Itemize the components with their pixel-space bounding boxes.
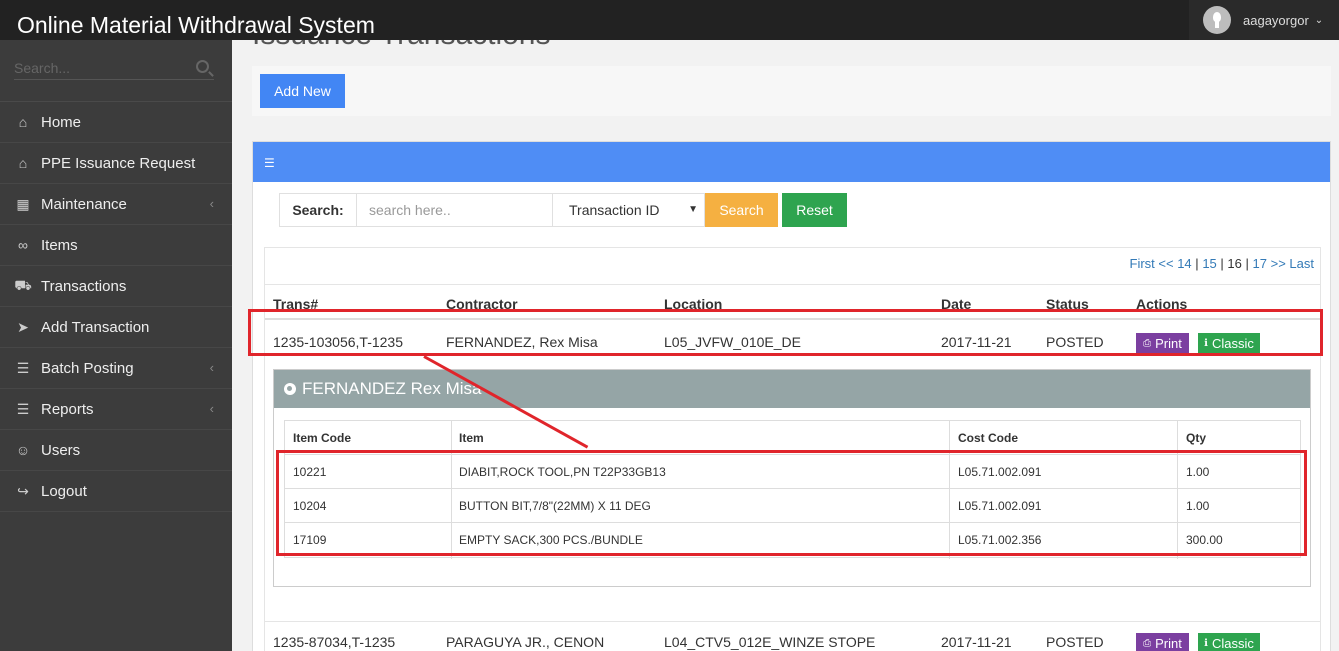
sidebar-search: [0, 40, 232, 102]
pagination-current-page: 16: [1227, 256, 1242, 271]
classic-label: Classic: [1211, 635, 1254, 651]
search-button[interactable]: Search: [705, 193, 778, 227]
sidebar-item-label: Items: [41, 236, 78, 254]
username: aagayorgor: [1243, 12, 1309, 28]
pagination-page-15[interactable]: 15: [1202, 256, 1216, 271]
column-header-qty: Qty: [1186, 431, 1207, 445]
grid-icon: ▦: [16, 195, 30, 212]
print-button[interactable]: ⎙ Print: [1136, 633, 1189, 651]
home-icon: ⌂: [18, 155, 28, 171]
panel-header: ☰: [253, 142, 1330, 182]
chevron-left-icon: ‹: [209, 360, 214, 375]
sidebar-item-label: Maintenance: [41, 195, 127, 213]
pagination-last-link[interactable]: >> Last: [1271, 256, 1314, 271]
printer-icon: ⎙: [1143, 637, 1152, 649]
info-icon: ℹ: [1204, 637, 1208, 649]
list-icon: ☰: [264, 156, 275, 170]
paper-plane-icon: ➤: [17, 318, 29, 335]
add-new-button[interactable]: Add New: [260, 74, 345, 108]
print-label: Print: [1155, 635, 1182, 651]
sidebar-item-label: Users: [41, 441, 81, 459]
sidebar-item-label: Transactions: [41, 277, 127, 295]
sidebar-item-label: Batch Posting: [41, 359, 134, 377]
dropdown-caret-icon: ▼: [688, 204, 698, 215]
pagination: First << 14 | 15 | 16 | 17 >> Last: [1130, 256, 1315, 271]
cell-date: 2017-11-21: [941, 634, 1012, 650]
pagination-separator: |: [1195, 256, 1199, 271]
search-bar: Search: Transaction ID ▼ Search Reset: [279, 193, 847, 227]
logout-icon: ↪: [17, 482, 29, 499]
avatar: [1203, 6, 1231, 34]
highlight-box-transaction-row: [248, 309, 1323, 356]
reset-button[interactable]: Reset: [782, 193, 847, 227]
search-filter-value: Transaction ID: [569, 202, 660, 218]
sidebar-item-ppe-issuance-request[interactable]: ⌂ PPE Issuance Request: [0, 143, 232, 184]
sidebar-item-label: Add Transaction: [41, 318, 150, 336]
users-icon: ☺: [15, 442, 31, 458]
truck-icon: ⛟: [14, 276, 32, 293]
link-icon: ∞: [18, 237, 28, 253]
app-title: Online Material Withdrawal System: [17, 12, 375, 38]
pagination-separator: |: [1245, 256, 1249, 271]
sidebar-item-logout[interactable]: ↪ Logout: [0, 471, 232, 512]
chevron-down-icon: ⌄: [1314, 14, 1324, 26]
search-filter-select[interactable]: Transaction ID ▼: [553, 193, 705, 227]
globe-icon: [284, 383, 296, 395]
pagination-page-17[interactable]: 17: [1253, 256, 1267, 271]
home-icon: ⌂: [18, 114, 28, 130]
cell-status: POSTED: [1046, 634, 1104, 650]
column-header-cost-code: Cost Code: [958, 431, 1018, 445]
sidebar-item-label: Home: [41, 113, 82, 131]
search-label: Search:: [279, 193, 357, 227]
cell-contractor: PARAGUYA JR., CENON: [446, 634, 605, 650]
page-title: Issuance Transactions: [252, 40, 551, 52]
table-row[interactable]: 1235-87034,T-1235 PARAGUYA JR., CENON L0…: [265, 621, 1320, 651]
sidebar-item-label: Reports: [41, 400, 94, 418]
sidebar-item-batch-posting[interactable]: ☰ Batch Posting ‹: [0, 348, 232, 389]
sidebar: ⌂ Home ⌂ PPE Issuance Request ▦ Maintena…: [0, 40, 232, 651]
search-input[interactable]: [357, 193, 553, 227]
toolbar-panel: [252, 66, 1331, 116]
sidebar-item-reports[interactable]: ☰ Reports ‹: [0, 389, 232, 430]
cell-location: L04_CTV5_012E_WINZE STOPE: [664, 634, 876, 650]
sidebar-item-users[interactable]: ☺ Users: [0, 430, 232, 471]
sidebar-item-home[interactable]: ⌂ Home: [0, 102, 232, 143]
sidebar-item-label: Logout: [41, 482, 87, 500]
sidebar-item-add-transaction[interactable]: ➤ Add Transaction: [0, 307, 232, 348]
column-header-item: Item: [459, 431, 484, 445]
cell-trans: 1235-87034,T-1235: [273, 634, 396, 650]
list-icon: ☰: [16, 400, 30, 417]
column-header-item-code: Item Code: [293, 431, 352, 445]
transactions-panel: ☰ Search: Transaction ID ▼ Search Reset …: [252, 141, 1331, 651]
list-icon: ☰: [16, 359, 30, 376]
sidebar-search-input[interactable]: [14, 56, 214, 80]
search-icon[interactable]: [196, 60, 209, 73]
pagination-separator: |: [1220, 256, 1224, 271]
detail-header: FERNANDEZ Rex Misa: [274, 370, 1310, 408]
top-navbar: Online Material Withdrawal System aagayo…: [0, 0, 1339, 40]
sidebar-item-label: PPE Issuance Request: [41, 154, 196, 172]
pagination-first-link[interactable]: First <<: [1130, 256, 1174, 271]
user-menu[interactable]: aagayorgor ⌄: [1189, 0, 1339, 40]
transactions-table: First << 14 | 15 | 16 | 17 >> Last Trans…: [264, 247, 1321, 651]
detail-title: FERNANDEZ Rex Misa: [302, 379, 482, 398]
sidebar-item-items[interactable]: ∞ Items: [0, 225, 232, 266]
chevron-left-icon: ‹: [209, 196, 214, 211]
sidebar-item-maintenance[interactable]: ▦ Maintenance ‹: [0, 184, 232, 225]
classic-button[interactable]: ℹ Classic: [1198, 633, 1260, 651]
pagination-page-14[interactable]: 14: [1177, 256, 1191, 271]
highlight-box-item-rows: [276, 450, 1307, 556]
sidebar-item-transactions[interactable]: ⛟ Transactions: [0, 266, 232, 307]
chevron-left-icon: ‹: [209, 401, 214, 416]
